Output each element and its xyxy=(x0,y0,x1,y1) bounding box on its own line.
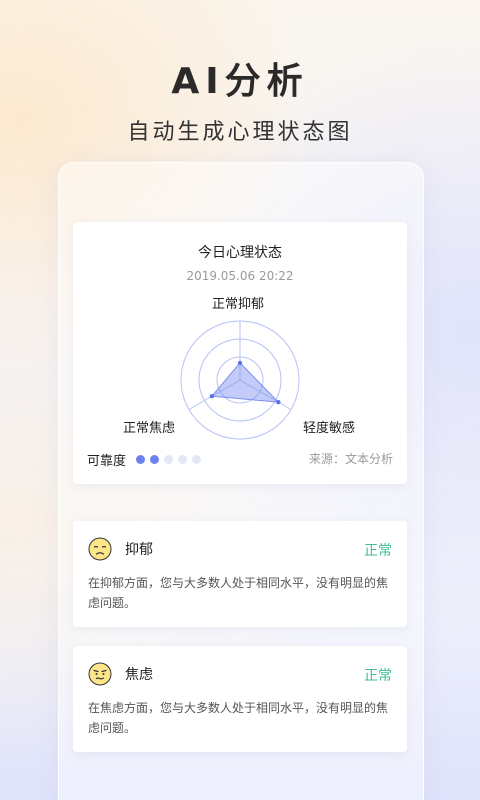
reliability-dots xyxy=(136,455,206,464)
reliability-dot xyxy=(164,455,174,464)
reliability-row: 可靠度 xyxy=(87,450,206,469)
radar-point xyxy=(276,399,281,405)
radar-axis-label-sensitivity: 轻度敏感 xyxy=(303,421,356,436)
radar-chart xyxy=(180,320,300,440)
radar-axis-label-anxiety: 正常焦虑 xyxy=(123,421,176,436)
reliability-dot xyxy=(136,455,146,464)
condition-card-anxiety[interactable]: 焦虑 正常 在焦虑方面，您与大多数人处于相同水平，没有明显的焦虑问题。 xyxy=(73,646,407,752)
reliability-label: 可靠度 xyxy=(87,454,127,469)
radar-area xyxy=(210,362,280,403)
condition-status: 正常 xyxy=(364,543,392,559)
condition-description: 在焦虑方面，您与大多数人处于相同水平，没有明显的焦虑问题。 xyxy=(88,701,389,735)
radar-point xyxy=(237,360,243,366)
condition-card-depression[interactable]: 抑郁 正常 在抑郁方面，您与大多数人处于相同水平，没有明显的焦虑问题。 xyxy=(73,521,407,627)
hero-title: AI分析 xyxy=(171,61,309,102)
condition-name: 焦虑 xyxy=(125,667,153,683)
reliability-dot xyxy=(150,455,160,464)
status-datetime: 2019.05.06 20:22 xyxy=(186,269,294,283)
condition-description: 在抑郁方面，您与大多数人处于相同水平，没有明显的焦虑问题。 xyxy=(88,576,389,610)
sad-face-icon xyxy=(88,537,112,561)
reliability-dot xyxy=(192,455,202,464)
condition-name: 抑郁 xyxy=(125,542,153,558)
radar-axis-label-depression: 正常抑郁 xyxy=(212,297,265,312)
reliability-dot xyxy=(178,455,188,464)
anxious-face-icon xyxy=(88,662,112,686)
mental-status-card: 今日心理状态 2019.05.06 20:22 正常抑郁 轻度敏感 正常焦虑 可… xyxy=(73,222,407,484)
status-card-title: 今日心理状态 xyxy=(198,245,282,261)
radar-point xyxy=(209,394,215,399)
source-text: 来源：文本分析 xyxy=(308,452,393,466)
hero-subtitle: 自动生成心理状态图 xyxy=(127,120,353,145)
condition-status: 正常 xyxy=(364,668,392,684)
